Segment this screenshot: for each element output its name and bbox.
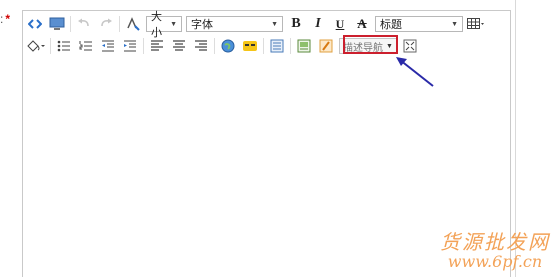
toolbar-separator — [263, 38, 264, 54]
globe-link-icon[interactable] — [219, 37, 237, 55]
label-colon: : — [0, 12, 4, 26]
describe-nav-label: 描述导航 — [343, 42, 383, 54]
format-painter-icon[interactable] — [124, 15, 142, 33]
field-label-marker: : * — [0, 13, 10, 25]
align-left-icon[interactable] — [148, 37, 166, 55]
image-icon[interactable] — [295, 37, 313, 55]
toolbar-separator — [290, 38, 291, 54]
font-family-select[interactable]: 字体 ▼ — [186, 16, 283, 32]
watermark: 货源批发网 www.6pf.cn — [440, 231, 550, 271]
toolbar-separator — [119, 16, 120, 32]
toolbar-separator — [50, 38, 51, 54]
pencil-icon[interactable] — [317, 37, 335, 55]
fill-bucket-icon[interactable] — [26, 37, 46, 55]
bulleted-list-icon[interactable] — [55, 37, 73, 55]
chevron-down-icon: ▼ — [451, 20, 458, 28]
heading-select[interactable]: 标题 ▼ — [375, 16, 463, 32]
template-icon[interactable] — [268, 37, 286, 55]
required-asterisk: * — [5, 12, 11, 26]
editor-toolbar: 大小 ▼ 字体 ▼ B I U A 标题 ▼ 描述导航 ▼ — [23, 11, 510, 57]
font-size-select[interactable]: 大小 ▼ — [146, 11, 182, 39]
table-icon[interactable] — [467, 15, 485, 33]
editor-content-area[interactable] — [23, 58, 510, 278]
undo-icon[interactable] — [75, 15, 93, 33]
numbered-list-icon[interactable] — [77, 37, 95, 55]
underline-icon[interactable]: U — [331, 15, 349, 33]
indent-icon[interactable] — [121, 37, 139, 55]
italic-icon[interactable]: I — [309, 15, 327, 33]
align-center-icon[interactable] — [170, 37, 188, 55]
toolbar-separator — [143, 38, 144, 54]
fullscreen-icon[interactable] — [401, 37, 419, 55]
strikethrough-icon[interactable]: A — [353, 15, 371, 33]
code-icon[interactable] — [26, 15, 44, 33]
watermark-title: 货源批发网 — [440, 230, 550, 254]
watermark-url: www.6pf.cn — [447, 252, 543, 271]
font-family-label: 字体 — [191, 19, 213, 31]
bold-icon[interactable]: B — [287, 15, 305, 33]
toolbar-separator — [214, 38, 215, 54]
describe-nav-select[interactable]: 描述导航 ▼ — [339, 38, 397, 54]
emoticon-icon[interactable] — [241, 37, 259, 55]
rich-text-editor: 大小 ▼ 字体 ▼ B I U A 标题 ▼ 描述导航 ▼ — [22, 10, 511, 277]
chevron-down-icon: ▼ — [271, 20, 278, 28]
heading-label: 标题 — [380, 19, 402, 31]
align-right-icon[interactable] — [192, 37, 210, 55]
toolbar-separator — [70, 16, 71, 32]
chevron-down-icon: ▼ — [386, 42, 393, 50]
chevron-down-icon: ▼ — [170, 20, 177, 28]
redo-icon[interactable] — [97, 15, 115, 33]
toolbar-row-2: 描述导航 ▼ — [26, 36, 423, 56]
monitor-icon[interactable] — [48, 15, 66, 33]
toolbar-row-1: 大小 ▼ 字体 ▼ B I U A 标题 ▼ — [26, 11, 489, 39]
outdent-icon[interactable] — [99, 37, 117, 55]
